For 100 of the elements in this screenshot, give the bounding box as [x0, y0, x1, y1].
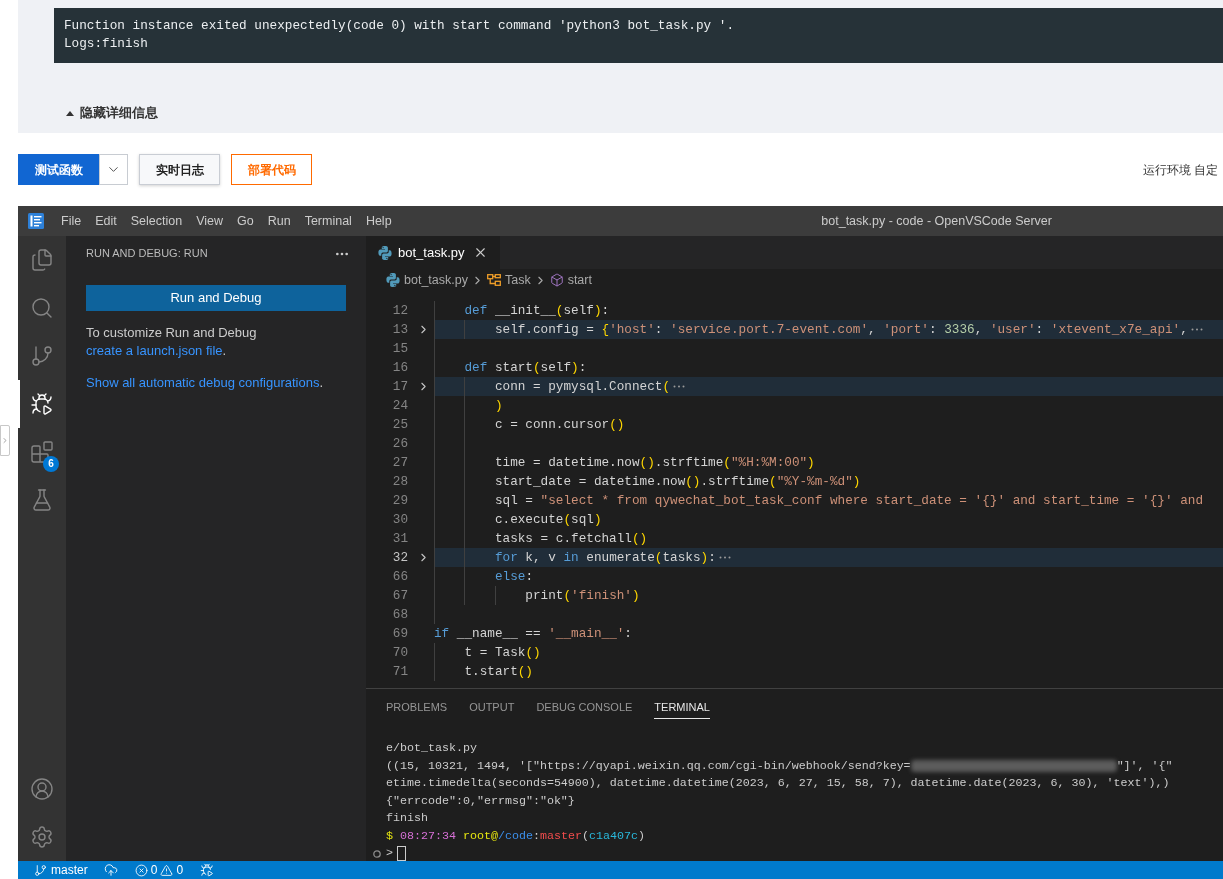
code-line: def __init__(self):: [464, 302, 610, 320]
chevron-right-icon: [1, 436, 9, 445]
line-number: 69: [392, 625, 408, 643]
code-line: self.config = {'host': 'service.port.7-event.com', 'port': 3336, 'user': 'xtevent_x7e_api',: [494, 321, 1188, 339]
cursor-icon: [397, 846, 406, 862]
code-line: c = conn.cursor(): [494, 416, 625, 434]
class-symbol-icon: [486, 274, 501, 286]
code-line: if __name__ == '__main__':: [434, 625, 632, 643]
line-number: 71: [392, 663, 408, 681]
warning-icon[interactable]: [160, 863, 174, 877]
terminal-output-text: ((15, 10321, 1494, '["https://qyapi.weixin.qq.com/cgi-bin/webhook/send?key=: [386, 757, 911, 775]
line-number: 66: [392, 568, 408, 586]
terminal-output-line: {"errcode":0,"errmsg":"ok"}: [386, 792, 575, 810]
editor-tab[interactable]: bot_task.py: [366, 236, 500, 269]
active-item-indicator: [18, 380, 20, 428]
create-launch-json-link[interactable]: create a launch.json file: [86, 343, 223, 358]
terminal-output-line: etime.timedelta(seconds=54900), datetime.datetime(2023, 6, 27, 15, 58, 7), datetime.date(2023, 6, 30), 'text'),): [386, 775, 1170, 792]
breadcrumb-item[interactable]: Task: [504, 270, 531, 290]
fold-ellipsis-icon[interactable]: [673, 385, 686, 388]
terminal-output-line: e/bot_task.py: [386, 740, 477, 757]
files-icon[interactable]: [30, 248, 54, 272]
test-function-button[interactable]: 测试函数: [18, 154, 99, 185]
code-line: else:: [494, 568, 533, 586]
menu-item[interactable]: File: [54, 206, 89, 236]
line-number: 15: [392, 340, 408, 358]
branch-icon: [34, 863, 47, 877]
show-configurations-text: Show all automatic debug configurations.: [86, 374, 325, 392]
error-icon[interactable]: [134, 863, 148, 877]
circle-icon[interactable]: [373, 849, 381, 858]
line-number: 12: [392, 302, 408, 320]
line-number: 68: [392, 606, 408, 624]
menu-item[interactable]: Go: [230, 206, 261, 236]
code-line: for k, v in enumerate(tasks):: [494, 549, 716, 567]
customize-hint: To customize Run and Debug create a launch.json file.: [86, 324, 258, 360]
side-panel-toggle[interactable]: [0, 425, 10, 456]
panel-tab[interactable]: TERMINAL: [654, 694, 710, 719]
menu-item[interactable]: Selection: [123, 206, 190, 236]
file-type-icon: [378, 245, 392, 260]
hide-details-toggle[interactable]: 隐藏详细信息: [66, 104, 158, 122]
settings-icon[interactable]: [30, 825, 54, 849]
line-number: 13: [392, 321, 408, 339]
menu-item[interactable]: Run: [260, 206, 298, 236]
code-line: t.start(): [464, 663, 533, 681]
menu-item[interactable]: View: [189, 206, 230, 236]
window-title: bot_task.py - code - OpenVSCode Server: [821, 212, 1052, 230]
account-icon[interactable]: [30, 777, 54, 801]
realtime-log-button[interactable]: 实时日志: [139, 154, 220, 185]
runtime-label: 运行环境 自定: [1142, 161, 1218, 179]
terminal-output-line: finish: [386, 810, 428, 827]
pending-count: 6: [43, 456, 59, 472]
line-number: 32: [392, 549, 408, 567]
sidebar-title: RUN AND DEBUG: RUN: [86, 246, 208, 262]
log-line: Function instance exited unexpectedly(code 0) with start command 'python3 bot_task.py '.: [64, 18, 734, 33]
line-number: 70: [392, 644, 408, 662]
code-line: def start(self):: [464, 359, 587, 377]
run-and-debug-button[interactable]: Run and Debug: [86, 285, 346, 311]
search-icon[interactable]: [30, 296, 54, 320]
cube-icon: [549, 273, 564, 287]
fold-ellipsis-icon[interactable]: [1190, 328, 1203, 331]
tab-label: bot_task.py: [398, 243, 465, 262]
branch-icon[interactable]: [30, 344, 54, 368]
bug-play-icon[interactable]: [30, 392, 54, 416]
code-line: ): [494, 397, 503, 415]
code-line: t = Task(): [464, 644, 541, 662]
menu-item[interactable]: Edit: [88, 206, 124, 236]
line-number: 27: [392, 454, 408, 472]
log-line: Logs:finish: [64, 36, 148, 51]
breadcrumb-item[interactable]: bot_task.py: [404, 270, 468, 290]
code-line: tasks = c.fetchall(): [494, 530, 648, 548]
line-number: 26: [392, 435, 408, 453]
panel-tab[interactable]: PROBLEMS: [386, 694, 448, 719]
line-number: 29: [392, 492, 408, 510]
warning-count[interactable]: 0: [176, 863, 184, 877]
line-number: 67: [392, 587, 408, 605]
code-line: time = datetime.now().strftime("%H:%M:00"): [494, 454, 815, 472]
code-line: c.execute(sql): [494, 511, 602, 529]
line-number: 16: [392, 359, 408, 377]
panel-tab[interactable]: OUTPUT: [469, 694, 515, 719]
menu-item[interactable]: Help: [358, 206, 399, 236]
line-number: 30: [392, 511, 408, 529]
line-number: 17: [392, 378, 408, 396]
branch-status[interactable]: master: [34, 863, 88, 877]
panel-tab[interactable]: DEBUG CONSOLE: [536, 694, 633, 719]
code-line: print('finish'): [525, 587, 640, 605]
error-count[interactable]: 0: [150, 863, 158, 877]
terminal-output-text: "]', '{": [1116, 757, 1173, 775]
flask-icon[interactable]: [30, 488, 54, 512]
shell-prompt: $ 08:27:34 root@/code:master(c1a407c): [386, 827, 645, 845]
line-number: 28: [392, 473, 408, 491]
line-number: 31: [392, 530, 408, 548]
code-line: start_date = datetime.now().strftime("%Y-%m-%d"): [494, 473, 861, 491]
prompt-symbol: >: [386, 845, 393, 862]
menu-item[interactable]: Terminal: [297, 206, 359, 236]
code-line: conn = pymysql.Connect(: [494, 378, 671, 396]
fold-ellipsis-icon[interactable]: [718, 556, 731, 559]
line-number: 24: [392, 397, 408, 415]
breadcrumb-item[interactable]: start: [567, 270, 592, 290]
app-logo-icon[interactable]: [28, 213, 44, 229]
cloud-upload-icon[interactable]: [103, 863, 118, 877]
line-number: 25: [392, 416, 408, 434]
